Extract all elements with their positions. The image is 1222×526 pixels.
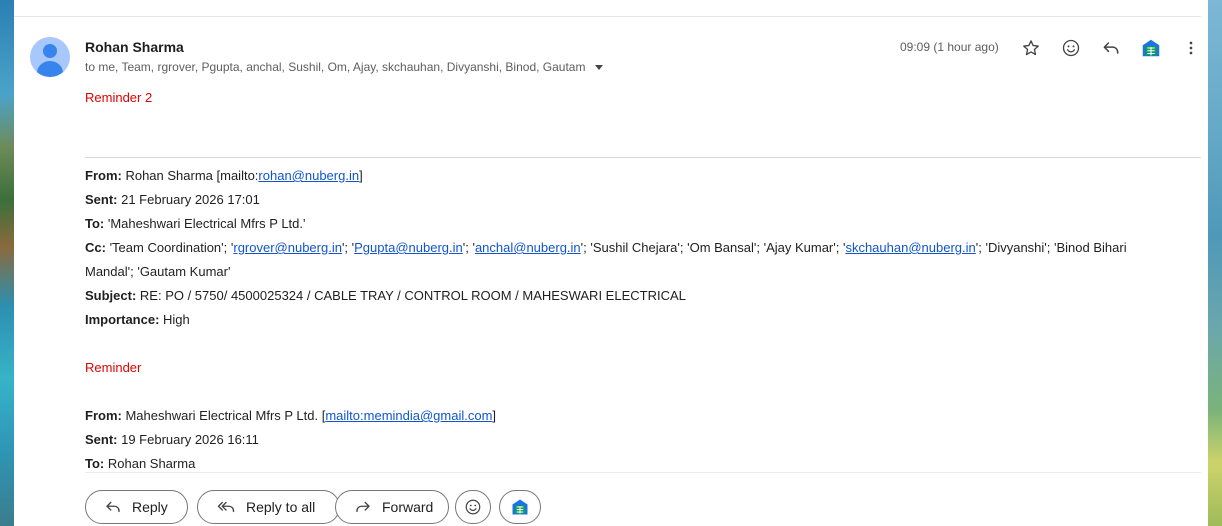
quoted-cc-continued: Mandal'; 'Gautam Kumar' [85, 264, 231, 279]
emoji-reaction-button[interactable] [455, 490, 491, 524]
desktop-wallpaper-right [1208, 0, 1222, 526]
bracket-text: ] [492, 408, 497, 423]
quoted-from: From: Rohan Sharma [mailto:rohan@nuberg.… [85, 164, 1185, 188]
from-label: From: [85, 168, 122, 183]
quote-divider [85, 157, 1201, 158]
quoted-from: From: Maheshwari Electrical Mfrs P Ltd. … [85, 404, 1185, 428]
to-label: To: [85, 456, 105, 471]
importance-label: Importance: [85, 312, 160, 327]
divider [85, 472, 1201, 473]
bracket-text: ] [359, 168, 363, 183]
from-text: Rohan Sharma [mailto: [121, 168, 259, 183]
avatar[interactable] [30, 37, 70, 77]
to-value: Rohan Sharma [104, 456, 196, 471]
more-vert-icon[interactable] [1179, 36, 1203, 60]
emoji-icon [465, 499, 481, 515]
email-link[interactable]: anchal@nuberg.in [475, 240, 581, 255]
sent-label: Sent: [85, 192, 118, 207]
email-link[interactable]: Pgupta@nuberg.in [354, 240, 463, 255]
star-icon[interactable] [1019, 36, 1043, 60]
email-link[interactable]: mailto:memindia@gmail.com [325, 408, 492, 423]
forward-button[interactable]: Forward [335, 490, 449, 524]
forward-icon [356, 501, 370, 513]
sheets-addon-icon[interactable] [1139, 36, 1163, 60]
recipients-text: to me, Team, rgrover, Pgupta, anchal, Su… [85, 60, 586, 74]
sheets-addon-button[interactable] [499, 490, 541, 524]
message-timestamp: 09:09 (1 hour ago) [900, 40, 999, 54]
email-message-panel: Rohan Sharma to me, Team, rgrover, Pgupt… [14, 0, 1208, 526]
emoji-icon[interactable] [1059, 36, 1083, 60]
quoted-subject: Subject: RE: PO / 5750/ 4500025324 / CAB… [85, 284, 1185, 308]
divider [14, 16, 1201, 17]
to-label: To: [85, 216, 105, 231]
reply-all-button[interactable]: Reply to all [197, 490, 340, 524]
from-label: From: [85, 408, 122, 423]
cc-text: '; 'Sushil Chejara'; 'Om Bansal'; 'Ajay … [580, 240, 846, 255]
cc-label: Cc: [85, 240, 106, 255]
chevron-down-icon[interactable] [595, 64, 604, 70]
email-link[interactable]: rgrover@nuberg.in [233, 240, 342, 255]
quoted-importance: Importance: High [85, 308, 1185, 332]
desktop-wallpaper-left [0, 0, 14, 526]
quoted-sent: Sent: 21 February 2026 17:01 [85, 188, 1185, 212]
reminder-text: Reminder 2 [85, 90, 153, 105]
quoted-cc: Cc: 'Team Coordination'; 'rgrover@nuberg… [85, 236, 1185, 260]
cc-text: '; ' [462, 240, 475, 255]
quoted-thread: From: Rohan Sharma [mailto:rohan@nuberg.… [85, 164, 1185, 476]
reply-icon[interactable] [1099, 36, 1123, 60]
cc-text: 'Team Coordination'; ' [105, 240, 234, 255]
to-value: 'Maheshwari Electrical Mfrs P Ltd.' [104, 216, 306, 231]
importance-value: High [159, 312, 190, 327]
forward-label: Forward [382, 499, 434, 515]
from-text: Maheshwari Electrical Mfrs P Ltd. [ [121, 408, 326, 423]
recipients-line[interactable]: to me, Team, rgrover, Pgupta, anchal, Su… [85, 60, 604, 74]
quoted-sent: Sent: 19 February 2026 16:11 [85, 428, 1185, 452]
email-link[interactable]: skchauhan@nuberg.in [845, 240, 975, 255]
subject-value: RE: PO / 5750/ 4500025324 / CABLE TRAY /… [136, 288, 686, 303]
reply-icon [106, 501, 120, 513]
cc-text: '; ' [341, 240, 355, 255]
reply-all-label: Reply to all [246, 499, 316, 515]
cc-text: '; 'Divyanshi'; 'Binod Bihari [975, 240, 1127, 255]
sender-name[interactable]: Rohan Sharma [85, 39, 184, 55]
sent-value: 19 February 2026 16:11 [117, 432, 259, 447]
reminder-text: Reminder [85, 360, 142, 375]
email-link[interactable]: rohan@nuberg.in [258, 168, 359, 183]
sheets-addon-icon [512, 499, 528, 515]
sent-value: 21 February 2026 17:01 [117, 192, 260, 207]
reply-button[interactable]: Reply [85, 490, 188, 524]
quoted-to: To: 'Maheshwari Electrical Mfrs P Ltd.' [85, 212, 1185, 236]
sent-label: Sent: [85, 432, 118, 447]
reply-all-icon [217, 501, 235, 513]
reply-label: Reply [132, 499, 168, 515]
subject-label: Subject: [85, 288, 137, 303]
